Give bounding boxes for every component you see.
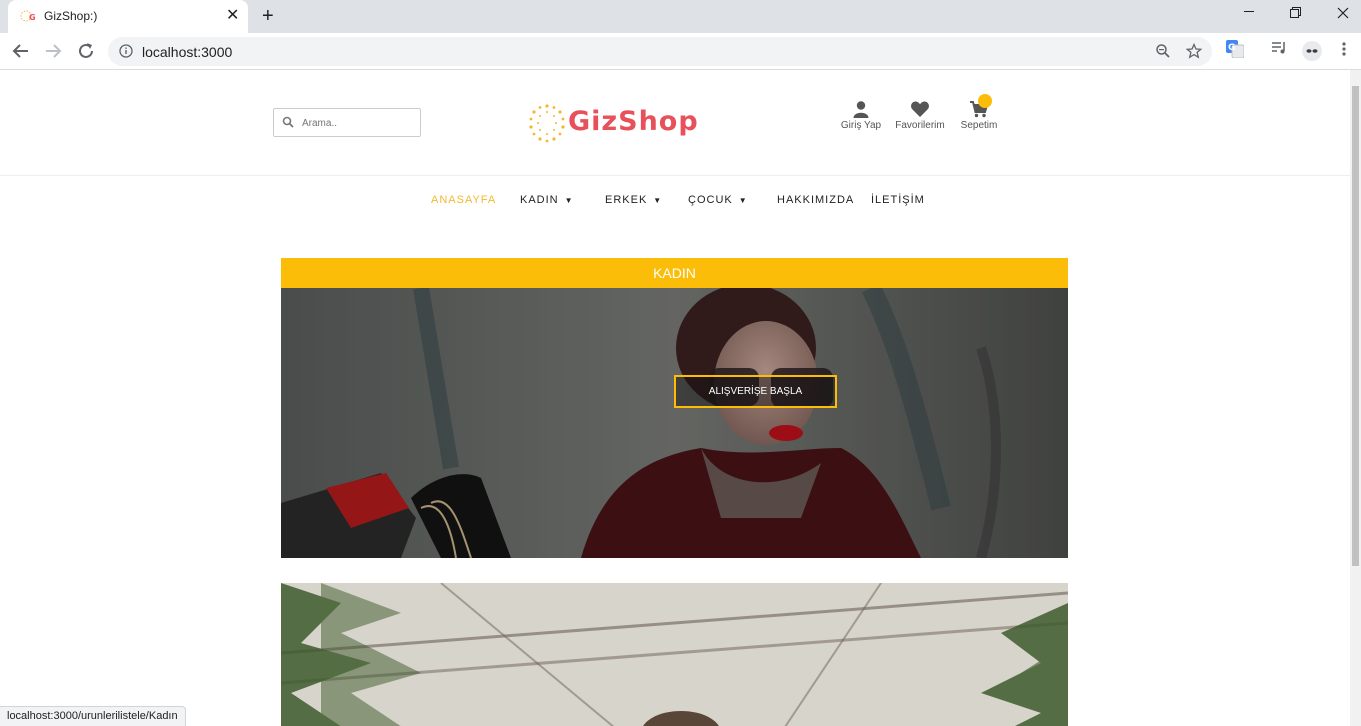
scrollbar-thumb[interactable] xyxy=(1352,86,1359,566)
women-hero-image[interactable] xyxy=(281,288,1068,558)
second-banner-image[interactable] xyxy=(281,583,1068,726)
bookmark-star-icon[interactable] xyxy=(1186,43,1202,59)
nav-men[interactable]: ERKEK ▼ xyxy=(605,194,662,206)
nav-contact[interactable]: İLETİŞİM xyxy=(871,194,925,206)
login-label: Giriş Yap xyxy=(840,120,882,131)
chevron-down-icon: ▼ xyxy=(738,196,748,205)
section-title: KADIN xyxy=(653,265,696,281)
nav-kids[interactable]: ÇOCUK ▼ xyxy=(688,194,748,206)
header-divider xyxy=(0,175,1350,176)
nav-home[interactable]: ANASAYFA xyxy=(431,194,496,206)
site-info-icon[interactable] xyxy=(119,44,133,58)
chevron-down-icon: ▼ xyxy=(564,196,574,205)
svg-text:G: G xyxy=(1228,43,1235,53)
nav-men-label: ERKEK xyxy=(605,194,648,206)
search-input[interactable] xyxy=(302,114,412,132)
start-shopping-button[interactable]: ALIŞVERİŞE BAŞLA xyxy=(674,375,837,408)
web-page: GizShop Giriş Yap Favorilerim Sepetim AN… xyxy=(0,70,1350,726)
status-bar-url: localhost:3000/urunlerilistele/Kadın xyxy=(0,706,186,726)
restore-icon[interactable] xyxy=(1290,7,1302,19)
logo-sunburst-icon xyxy=(529,104,565,143)
heart-icon xyxy=(911,101,929,117)
svg-text:G: G xyxy=(29,13,36,22)
favorites-link[interactable]: Favorilerim xyxy=(893,100,947,131)
browser-tab-strip: G GizShop:) ✕ + xyxy=(0,0,1361,33)
url-text: localhost:3000 xyxy=(142,44,233,60)
profile-avatar-icon[interactable] xyxy=(1301,40,1323,62)
browser-toolbar: localhost:3000 G xyxy=(0,33,1361,70)
close-window-icon[interactable] xyxy=(1337,7,1349,19)
minimize-icon[interactable] xyxy=(1244,11,1256,13)
back-arrow-icon[interactable] xyxy=(10,40,32,62)
search-icon xyxy=(282,116,294,128)
nav-about[interactable]: HAKKIMIZDA xyxy=(777,194,854,206)
address-bar[interactable]: localhost:3000 xyxy=(108,37,1212,66)
cart-label: Sepetim xyxy=(960,120,998,131)
section-title-bar: KADIN xyxy=(281,258,1068,288)
site-logo[interactable]: GizShop xyxy=(527,102,698,146)
gizshop-favicon-icon: G xyxy=(20,10,36,22)
greenhouse-photo xyxy=(281,583,1068,726)
favorites-label: Favorilerim xyxy=(895,120,945,131)
zoom-icon[interactable] xyxy=(1155,43,1171,59)
new-tab-icon[interactable]: + xyxy=(262,5,274,27)
more-menu-icon[interactable] xyxy=(1341,41,1347,57)
login-link[interactable]: Giriş Yap xyxy=(838,100,884,131)
forward-arrow-icon[interactable] xyxy=(42,40,64,62)
media-queue-icon[interactable] xyxy=(1271,41,1287,55)
cart-count-badge xyxy=(978,94,992,108)
browser-tab[interactable]: G GizShop:) ✕ xyxy=(8,0,248,33)
nav-women[interactable]: KADIN ▼ xyxy=(520,194,574,206)
nav-women-label: KADIN xyxy=(520,194,559,206)
search-box[interactable] xyxy=(273,108,421,137)
logo-text: GizShop xyxy=(568,106,699,137)
nav-kids-label: ÇOCUK xyxy=(688,194,733,206)
user-icon xyxy=(853,101,869,118)
hero-photo-woman-shopping xyxy=(281,288,1068,558)
page-scrollbar[interactable] xyxy=(1350,70,1361,726)
translate-icon[interactable]: G xyxy=(1226,40,1244,58)
chevron-down-icon: ▼ xyxy=(653,196,663,205)
tab-title: GizShop:) xyxy=(44,9,98,23)
reload-icon[interactable] xyxy=(75,40,97,62)
tab-close-icon[interactable]: ✕ xyxy=(226,7,239,25)
